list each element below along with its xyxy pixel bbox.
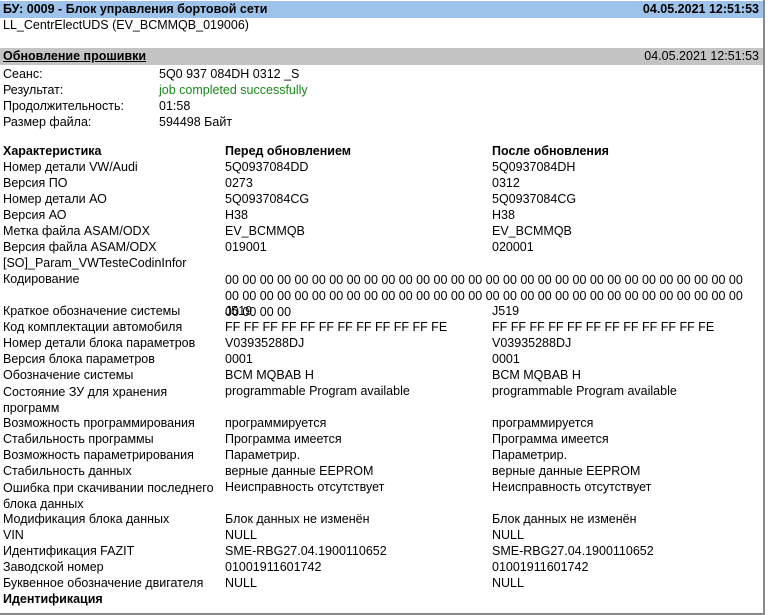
row-label: Стабильность данных xyxy=(3,464,132,478)
row-label: Заводской номер xyxy=(3,560,104,574)
row-after: Программа имеется xyxy=(492,432,609,446)
row-label: Версия файла ASAM/ODX xyxy=(3,240,157,254)
info-filesize: Размер файла: 594498 Байт xyxy=(3,115,232,129)
row-after: NULL xyxy=(492,576,524,590)
section-timestamp: 04.05.2021 12:51:53 xyxy=(644,49,759,63)
info-label: Размер файла: xyxy=(3,115,92,129)
section-title: Обновление прошивки xyxy=(3,49,147,63)
column-header-before: Перед обновлением xyxy=(225,144,351,158)
row-before: 01001911601742 xyxy=(225,560,322,574)
info-label: Продолжительность: xyxy=(3,99,124,113)
row-label: Версия АО xyxy=(3,208,67,222)
info-session: Сеанс: 5Q0 937 084DH 0312 _S xyxy=(3,67,299,81)
row-after: BCM MQBAB H xyxy=(492,368,581,382)
row-label: Версия блока параметров xyxy=(3,352,155,366)
row-after: FF FF FF FF FF FF FF FF FF FF FF FE xyxy=(492,320,715,334)
row-before: H38 xyxy=(225,208,248,222)
row-label: Модификация блока данных xyxy=(3,512,170,526)
row-after: NULL xyxy=(492,528,524,542)
row-label: Стабильность программы xyxy=(3,432,154,446)
row-after: 01001911601742 xyxy=(492,560,589,574)
row-label: Кодирование xyxy=(3,272,80,286)
column-header-after: После обновления xyxy=(492,144,609,158)
row-before: Программа имеется xyxy=(225,432,342,446)
row-before: programmable Program available xyxy=(225,384,410,398)
row-after: H38 xyxy=(492,208,515,222)
row-label: [SO]_Param_VWTesteCodinInfor xyxy=(3,256,187,270)
row-before: 019001 xyxy=(225,240,267,254)
column-header-characteristic: Характеристика xyxy=(3,144,102,158)
row-after: 020001 xyxy=(492,240,534,254)
row-before: V03935288DJ xyxy=(225,336,305,350)
row-after: EV_BCMMQB xyxy=(492,224,572,238)
row-after: 0001 xyxy=(492,352,520,366)
row-after: Блок данных не изменён xyxy=(492,512,637,526)
row-after: 0312 xyxy=(492,176,520,190)
row-before: Неисправность отсутствует xyxy=(225,480,385,494)
row-before: верные данные EEPROM xyxy=(225,464,374,478)
row-after: 5Q0937084CG xyxy=(492,192,577,206)
row-before: программируется xyxy=(225,416,327,430)
row-after: Неисправность отсутствует xyxy=(492,480,652,494)
info-label: Сеанс: xyxy=(3,67,43,81)
row-after: SME-RBG27.04.1900110652 xyxy=(492,544,654,558)
row-after: программируется xyxy=(492,416,594,430)
row-label: Ошибка при скачивании последнего блока д… xyxy=(3,481,214,511)
row-label: Возможность параметрирования xyxy=(3,448,194,462)
row-before: 0001 xyxy=(225,352,253,366)
row-label: Краткое обозначение системы xyxy=(3,304,181,318)
identification-heading: Идентификация xyxy=(3,592,103,606)
info-value: 5Q0 937 084DH 0312 _S xyxy=(159,67,300,81)
row-label: Возможность программирования xyxy=(3,416,195,430)
row-label: Номер детали АО xyxy=(3,192,107,206)
row-after: J519 xyxy=(492,304,520,318)
row-before: 5Q0937084DD xyxy=(225,160,309,174)
row-before: J519 xyxy=(225,304,253,318)
row-before: NULL xyxy=(225,576,257,590)
row-before: EV_BCMMQB xyxy=(225,224,305,238)
row-label: Версия ПО xyxy=(3,176,68,190)
row-label: Обозначение системы xyxy=(3,368,134,382)
row-before: SME-RBG27.04.1900110652 xyxy=(225,544,387,558)
ecu-subtitle: LL_CentrElectUDS (EV_BCMMQB_019006) xyxy=(3,18,249,32)
section-title-bar: Обновление прошивки 04.05.2021 12:51:53 xyxy=(0,48,763,65)
info-result: Результат: job completed successfully xyxy=(3,83,308,97)
row-after: programmable Program available xyxy=(492,384,677,398)
row-label: Код комплектации автомобиля xyxy=(3,320,183,334)
row-before: 0273 xyxy=(225,176,253,190)
row-after: верные данные EEPROM xyxy=(492,464,641,478)
row-after: Параметрир. xyxy=(492,448,568,462)
info-value: 01:58 xyxy=(159,99,191,113)
row-after: 5Q0937084DH xyxy=(492,160,576,174)
row-before: FF FF FF FF FF FF FF FF FF FF FF FE xyxy=(225,320,448,334)
info-label: Результат: xyxy=(3,83,64,97)
row-after: V03935288DJ xyxy=(492,336,572,350)
ecu-title: БУ: 0009 - Блок управления бортовой сети xyxy=(3,2,268,16)
row-before: NULL xyxy=(225,528,257,542)
row-label: Состояние ЗУ для хранения программ xyxy=(3,385,168,415)
row-label: Буквенное обозначение двигателя xyxy=(3,576,204,590)
row-label: Номер детали VW/Audi xyxy=(3,160,138,174)
row-label: Метка файла ASAM/ODX xyxy=(3,224,150,238)
row-label: Номер детали блока параметров xyxy=(3,336,196,350)
ecu-title-bar: БУ: 0009 - Блок управления бортовой сети… xyxy=(0,1,763,18)
row-before: BCM MQBAB H xyxy=(225,368,314,382)
row-label: VIN xyxy=(3,528,24,542)
info-duration: Продолжительность: 01:58 xyxy=(3,99,190,113)
row-before: Параметрир. xyxy=(225,448,301,462)
ecu-timestamp: 04.05.2021 12:51:53 xyxy=(642,2,759,16)
info-value: 594498 Байт xyxy=(159,115,233,129)
row-label: Идентификация FAZIT xyxy=(3,544,135,558)
info-value: job completed successfully xyxy=(159,83,308,97)
row-before: Блок данных не изменён xyxy=(225,512,370,526)
row-before: 5Q0937084CG xyxy=(225,192,310,206)
